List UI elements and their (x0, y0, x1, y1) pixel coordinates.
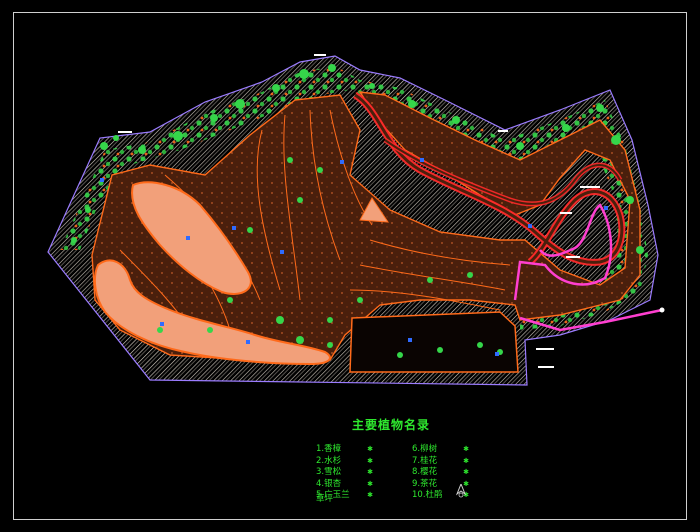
lower-lot (349, 311, 519, 373)
tree-symbol-icon: ✱ (463, 445, 469, 453)
legend-tail-label: 草坪 (316, 494, 334, 504)
legend-item: 7.桂花 ✱ (412, 456, 470, 468)
legend-label: 9.茶花 (412, 478, 438, 489)
legend-title: 主要植物名录 (352, 418, 431, 432)
tree-symbol-icon: ✱ (367, 468, 373, 476)
legend-item: 8.樱花 ✱ (412, 467, 470, 479)
tree-symbol-icon: ✱ (367, 491, 373, 499)
legend-item: 4.银杏 ✱ (316, 479, 374, 491)
tree-symbol-icon: ✱ (463, 468, 469, 476)
legend-label: 8.樱花 (412, 467, 438, 477)
tree-symbol-icon: ✱ (367, 479, 373, 488)
legend-label: 6.柳树 (412, 444, 438, 454)
legend-item: 3.雪松 ✱ (316, 467, 374, 479)
legend-label: 1.香樟 (316, 444, 342, 454)
legend-item: 6.柳树 ✱ (412, 444, 470, 456)
legend-item: 2.水杉 ✱ (316, 456, 374, 468)
tree-symbol-icon: ✱ (367, 445, 373, 453)
legend-label: 7.桂花 (412, 455, 438, 466)
north-arrow-icon (456, 484, 466, 498)
legend-label: 2.水杉 (316, 455, 342, 466)
legend-item: 1.香樟 ✱ (316, 444, 374, 456)
tree-symbol-icon: ✱ (367, 456, 373, 465)
cad-canvas: 主要植物名录 1.香樟 ✱ 2.水杉 ✱ 3.雪松 ✱ 4.银杏 ✱ 5.广玉兰… (0, 0, 700, 532)
tree-symbol-icon: ✱ (463, 456, 469, 465)
legend-label: 4.银杏 (316, 478, 342, 489)
legend-label: 3.雪松 (316, 467, 342, 477)
legend-label: 10.杜鹃 (412, 490, 443, 500)
path-end-marker (659, 307, 665, 313)
